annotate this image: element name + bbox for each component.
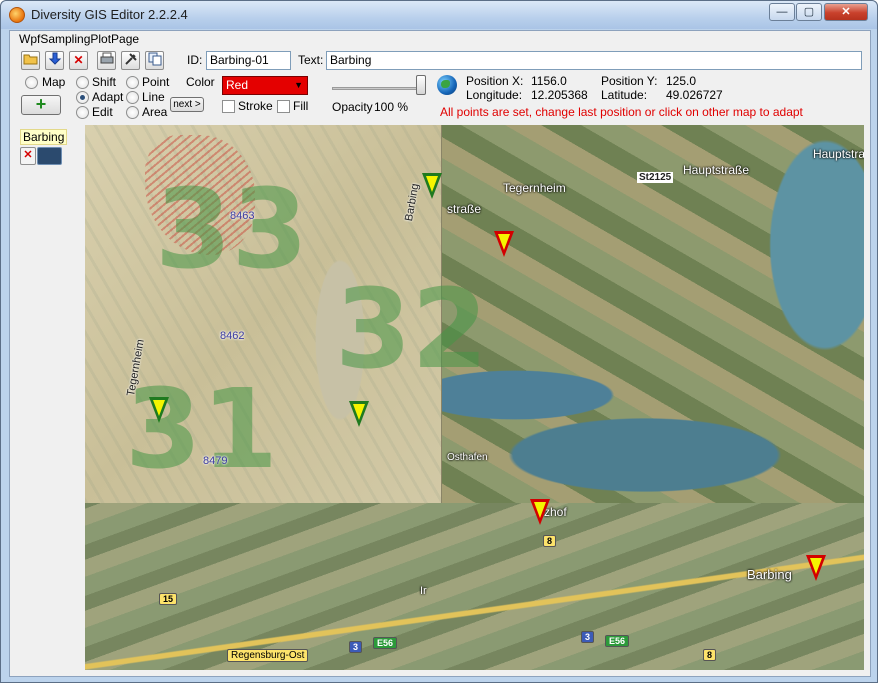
mode-shift-radio[interactable] (76, 76, 89, 89)
stroke-checkbox[interactable] (222, 100, 235, 113)
opacity-slider-track[interactable] (332, 87, 426, 90)
stroke-label: Stroke (238, 99, 273, 113)
road-badge-15: 15 (159, 593, 178, 605)
download-icon[interactable] (45, 51, 64, 70)
map-label-osthafen: Osthafen (447, 452, 488, 463)
mode-edit-label: Edit (92, 105, 113, 119)
road-badge-e56: E56 (605, 635, 630, 647)
globe-icon[interactable] (437, 75, 457, 95)
map-label-hauptstrasse: Hauptstraße (683, 163, 750, 177)
shape-point-radio[interactable] (126, 76, 139, 89)
opacity-slider-thumb[interactable] (416, 75, 426, 95)
historic-map-code: 8462 (220, 330, 245, 342)
longitude-label: Longitude: (466, 88, 523, 102)
client-area: WpfSamplingPlotPage ✕ ID: Barbing-01 Tex… (9, 30, 871, 677)
color-label: Color (186, 75, 215, 89)
historic-map-number: 31 (125, 365, 279, 493)
add-button[interactable]: + (21, 95, 61, 115)
text-input[interactable]: Barbing (326, 51, 862, 70)
sampling-marker-green[interactable] (149, 397, 169, 423)
latitude-label: Latitude: (601, 88, 648, 102)
fill-label: Fill (293, 99, 309, 113)
historic-map-code: 8479 (203, 455, 228, 467)
color-select-value: Red (226, 78, 249, 92)
status-message: All points are set, change last position… (440, 105, 803, 119)
shape-line-radio[interactable] (126, 91, 139, 104)
map-label-regensburg-ost: Regensburg-Ost (227, 649, 309, 662)
latitude-value: 49.026727 (666, 88, 723, 102)
road-badge-8: 8 (703, 649, 717, 661)
historic-map[interactable]: 33 31 32 8463 8462 8479 Tegernheim Barbi… (85, 125, 488, 503)
shape-area-label: Area (142, 105, 168, 119)
text-label: Text: (298, 53, 324, 67)
remove-item-icon[interactable]: ✕ (20, 147, 36, 165)
longitude-value: 12.205368 (531, 88, 588, 102)
title-bar[interactable]: Diversity GIS Editor 2.2.2.4 — ▢ ✕ (1, 1, 877, 29)
historic-map-number: 32 (335, 265, 489, 393)
shape-point-label: Point (142, 75, 170, 89)
sampling-marker-red[interactable] (494, 231, 514, 257)
position-y-value: 125.0 (666, 74, 697, 88)
sampling-marker-green[interactable] (422, 173, 442, 199)
road-badge-e56: E56 (373, 637, 398, 649)
position-y-label: Position Y: (601, 74, 658, 88)
aerial-map-bottom[interactable]: Barbing zhof Ir Regensburg-Ost 8 8 15 3 … (85, 503, 864, 670)
opacity-value: 100 % (374, 100, 409, 114)
window-title: Diversity GIS Editor 2.2.2.4 (31, 7, 188, 22)
mode-shift-label: Shift (92, 75, 117, 89)
map-label-strasse: straße (447, 202, 482, 216)
fill-checkbox[interactable] (277, 100, 290, 113)
page-label: WpfSamplingPlotPage (19, 32, 140, 46)
position-x-label: Position X: (466, 74, 524, 88)
map-thumbnail-icon[interactable] (37, 147, 62, 165)
map-label-tegernheim: Tegernheim (503, 181, 566, 195)
sampling-marker-red[interactable] (806, 555, 826, 581)
mode-adapt-radio[interactable] (76, 91, 89, 104)
map-canvas[interactable]: Tegernheim Hauptstraße Hauptstraße St212… (85, 125, 864, 670)
position-x-value: 1156.0 (531, 74, 567, 88)
historic-map-label-barbing: Barbing (403, 182, 422, 223)
map-label-barbing: Barbing (747, 567, 792, 582)
app-window: Diversity GIS Editor 2.2.2.4 — ▢ ✕ WpfSa… (0, 0, 878, 683)
maximize-button[interactable]: ▢ (796, 3, 822, 21)
opacity-label: Opacity (332, 100, 373, 114)
map-label-ir: Ir (420, 585, 427, 597)
mode-edit-radio[interactable] (76, 106, 89, 119)
road-badge-3: 3 (349, 641, 363, 653)
mode-adapt-label: Adapt (92, 90, 124, 104)
id-input[interactable]: Barbing-01 (206, 51, 291, 70)
minimize-button[interactable]: — (769, 3, 795, 21)
id-label: ID: (187, 53, 203, 67)
print-icon[interactable] (97, 51, 116, 70)
road-badge-8: 8 (543, 535, 557, 547)
delete-icon[interactable]: ✕ (69, 51, 88, 70)
historic-map-code: 8463 (230, 210, 255, 222)
sampling-marker-green[interactable] (349, 401, 369, 427)
app-icon (9, 7, 25, 23)
road-badge-3: 3 (581, 631, 595, 643)
mode-map-label: Map (42, 75, 66, 89)
next-button[interactable]: next > (170, 97, 204, 112)
color-select[interactable]: Red ▼ (222, 76, 308, 95)
map-label-st2125: St2125 (637, 172, 674, 183)
mode-map-radio[interactable] (25, 76, 38, 89)
chevron-down-icon: ▼ (294, 80, 303, 90)
open-folder-icon[interactable] (21, 51, 40, 70)
tools-icon[interactable] (121, 51, 140, 70)
map-label-hauptstrasse-2: Hauptstraße (813, 147, 864, 161)
historic-map-number: 33 (155, 165, 309, 293)
copy-icon[interactable] (145, 51, 164, 70)
sidebar-item-barbing[interactable]: Barbing (20, 129, 68, 145)
close-button[interactable]: ✕ (824, 3, 868, 21)
shape-area-radio[interactable] (126, 106, 139, 119)
sampling-marker-red[interactable] (530, 499, 550, 525)
shape-line-label: Line (142, 90, 165, 104)
